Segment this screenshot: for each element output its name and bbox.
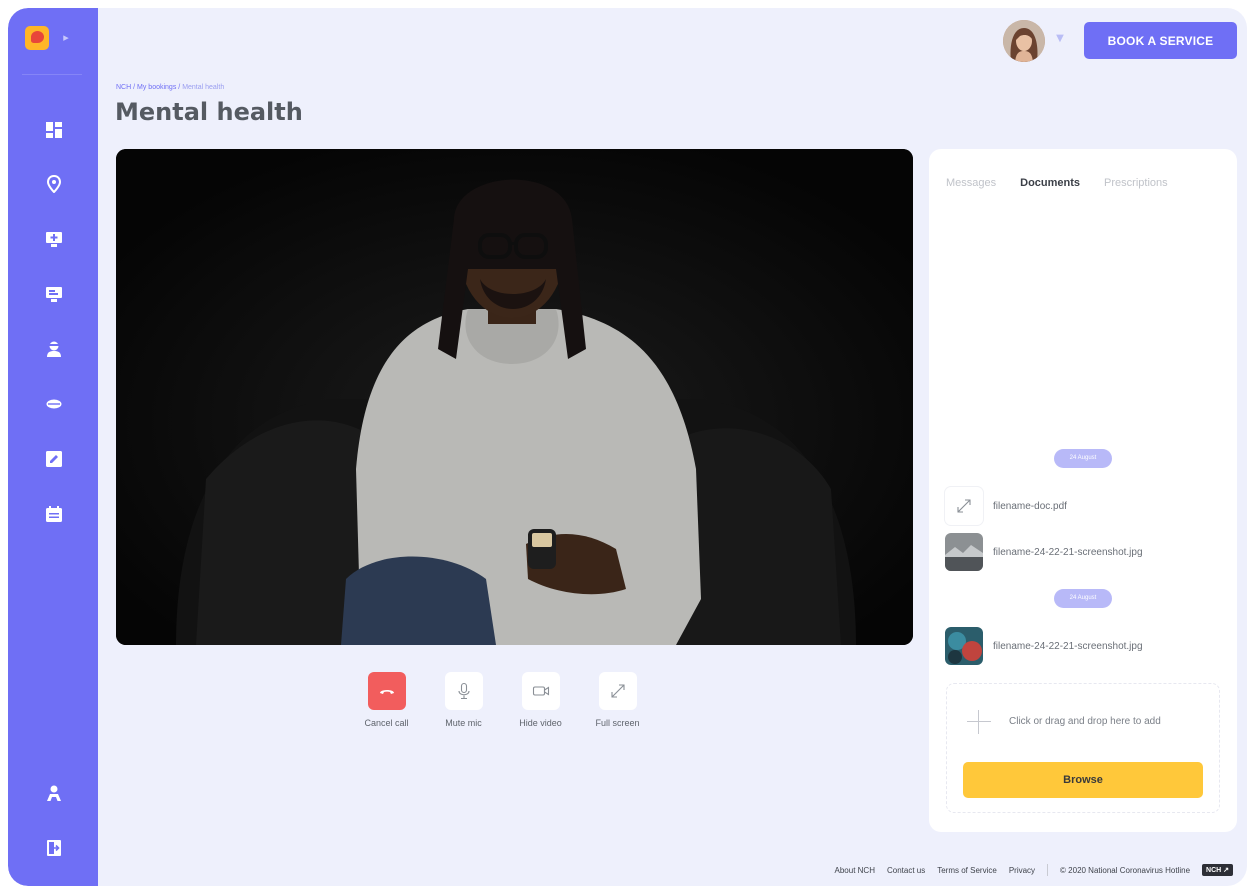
medical-screen-icon[interactable] bbox=[44, 229, 64, 249]
side-panel: Messages Documents Prescriptions 24 Augu… bbox=[929, 149, 1237, 832]
expand-icon bbox=[610, 684, 625, 698]
file-item[interactable]: filename-24-22-21-screenshot.jpg bbox=[945, 533, 1225, 571]
mute-mic-label: Mute mic bbox=[445, 718, 482, 728]
file-dropzone[interactable]: Click or drag and drop here to add Brows… bbox=[946, 683, 1220, 813]
chevron-right-icon[interactable]: ▸ bbox=[58, 28, 74, 48]
cancel-call-button[interactable] bbox=[367, 672, 406, 710]
plus-icon bbox=[967, 710, 991, 734]
file-item[interactable]: filename-doc.pdf bbox=[945, 487, 1225, 525]
cancel-call-label: Cancel call bbox=[364, 718, 409, 728]
video-feed bbox=[116, 149, 913, 645]
microphone-icon bbox=[457, 682, 470, 700]
footer-link-about[interactable]: About NCH bbox=[835, 866, 875, 875]
hide-video-button[interactable] bbox=[521, 672, 560, 710]
footer-divider bbox=[1047, 864, 1049, 876]
calendar-icon[interactable] bbox=[44, 504, 64, 524]
monitor-chat-icon[interactable] bbox=[44, 284, 64, 304]
full-screen-button[interactable] bbox=[598, 672, 637, 710]
dropzone-text: Click or drag and drop here to add bbox=[1009, 716, 1161, 727]
footer: About NCH Contact us Terms of Service Pr… bbox=[835, 864, 1233, 876]
breadcrumb-item-nch[interactable]: NCH bbox=[116, 84, 131, 91]
file-item[interactable]: filename-24-22-21-screenshot.jpg bbox=[945, 627, 1225, 665]
browse-button[interactable]: Browse bbox=[963, 762, 1203, 798]
logout-icon[interactable] bbox=[44, 838, 64, 858]
footer-link-contact[interactable]: Contact us bbox=[887, 866, 925, 875]
book-service-button[interactable]: Book a service bbox=[1084, 22, 1237, 59]
call-controls: Cancel call Mute mic Hide video Full scr… bbox=[348, 672, 656, 728]
dashboard-icon[interactable] bbox=[44, 120, 64, 140]
date-badge: 24 August bbox=[1054, 589, 1112, 608]
sidebar: ▸ bbox=[8, 8, 98, 886]
page-title: Mental health bbox=[115, 98, 303, 126]
hide-video-control: Hide video bbox=[502, 672, 579, 728]
panel-tabs: Messages Documents Prescriptions bbox=[946, 177, 1168, 189]
full-screen-control: Full screen bbox=[579, 672, 656, 728]
hide-video-label: Hide video bbox=[519, 718, 562, 728]
avatar[interactable] bbox=[1003, 20, 1045, 62]
image-thumbnail bbox=[945, 533, 983, 571]
sidebar-divider bbox=[22, 74, 82, 75]
pill-icon[interactable] bbox=[44, 394, 64, 414]
location-icon[interactable] bbox=[44, 174, 64, 194]
footer-copyright: © 2020 National Coronavirus Hotline bbox=[1060, 865, 1191, 875]
breadcrumb: NCH / My bookings / Mental health bbox=[116, 84, 225, 91]
date-badge: 24 August bbox=[1054, 449, 1112, 468]
user-icon[interactable] bbox=[44, 783, 64, 803]
tab-documents[interactable]: Documents bbox=[1020, 177, 1080, 189]
file-name: filename-24-22-21-screenshot.jpg bbox=[993, 640, 1143, 652]
tab-messages[interactable]: Messages bbox=[946, 177, 996, 189]
footer-badge[interactable]: NCH ↗ bbox=[1202, 864, 1233, 876]
file-name: filename-24-22-21-screenshot.jpg bbox=[993, 546, 1143, 558]
chevron-down-icon[interactable]: ▼ bbox=[1053, 32, 1067, 46]
doctor-icon[interactable] bbox=[44, 339, 64, 359]
document-expand-icon bbox=[945, 487, 983, 525]
phone-hangup-icon bbox=[379, 690, 394, 694]
mute-mic-control: Mute mic bbox=[425, 672, 502, 728]
app-logo-icon[interactable] bbox=[25, 26, 49, 50]
mute-mic-button[interactable] bbox=[444, 672, 483, 710]
footer-link-terms[interactable]: Terms of Service bbox=[937, 866, 997, 875]
cancel-call-control: Cancel call bbox=[348, 672, 425, 728]
footer-link-privacy[interactable]: Privacy bbox=[1009, 866, 1035, 875]
breadcrumb-item-bookings[interactable]: My bookings bbox=[137, 84, 176, 91]
breadcrumb-item-current: Mental health bbox=[182, 84, 225, 91]
full-screen-label: Full screen bbox=[595, 718, 640, 728]
edit-icon[interactable] bbox=[44, 449, 64, 469]
app-window: ▸ ▼ BOOK A SERVICE NCH / My bookings / M… bbox=[8, 8, 1247, 886]
tab-prescriptions[interactable]: Prescriptions bbox=[1104, 177, 1168, 189]
file-name: filename-doc.pdf bbox=[993, 500, 1067, 512]
image-thumbnail bbox=[945, 627, 983, 665]
video-camera-icon bbox=[532, 686, 549, 696]
